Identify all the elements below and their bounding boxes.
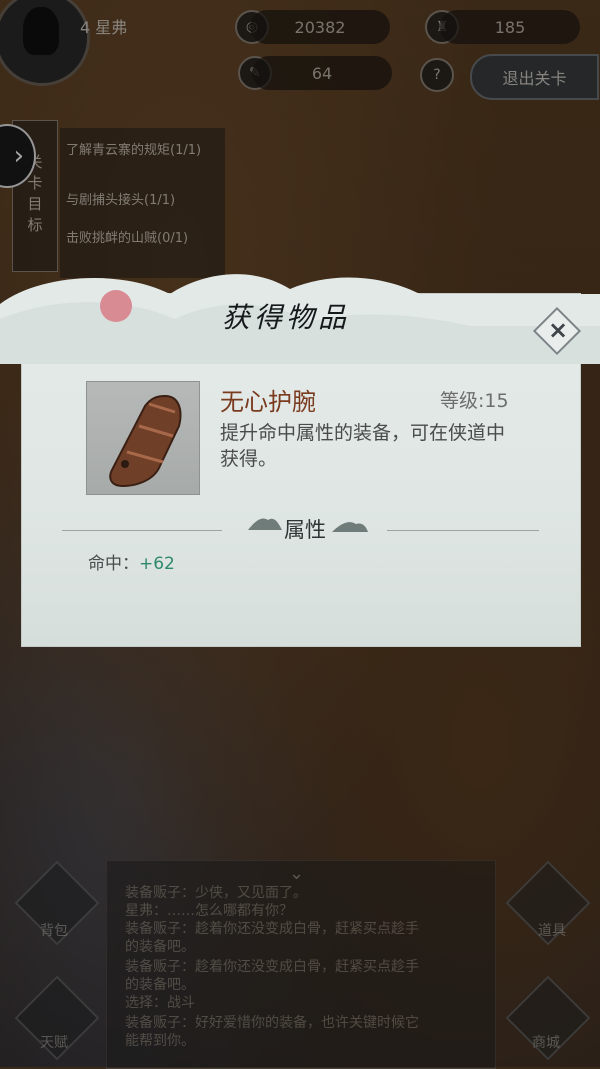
divider [387, 530, 539, 531]
section-title: 属性 [284, 518, 326, 542]
item-description: 提升命中属性的装备，可在侠道中获得。 [220, 422, 506, 470]
item-level: 等级:15 [440, 390, 509, 412]
modal-title: 获得物品 [222, 301, 351, 334]
close-icon[interactable]: × [543, 314, 573, 346]
divider [62, 530, 222, 531]
item-obtained-modal: 获得物品 × 无心护腕 等级:15 提升命中属性的装备，可在侠道中获得。 属性 … [0, 274, 600, 647]
item-name: 无心护腕 [220, 388, 316, 416]
mountain-ornament-icon [248, 518, 282, 530]
bracer-icon [109, 394, 182, 488]
item-image [86, 381, 200, 495]
stat-value: +62 [139, 554, 175, 574]
stat-label: 命中： [88, 554, 139, 574]
mountain-ornament-icon [332, 522, 368, 532]
stat-row: 命中：+62 [88, 549, 175, 574]
